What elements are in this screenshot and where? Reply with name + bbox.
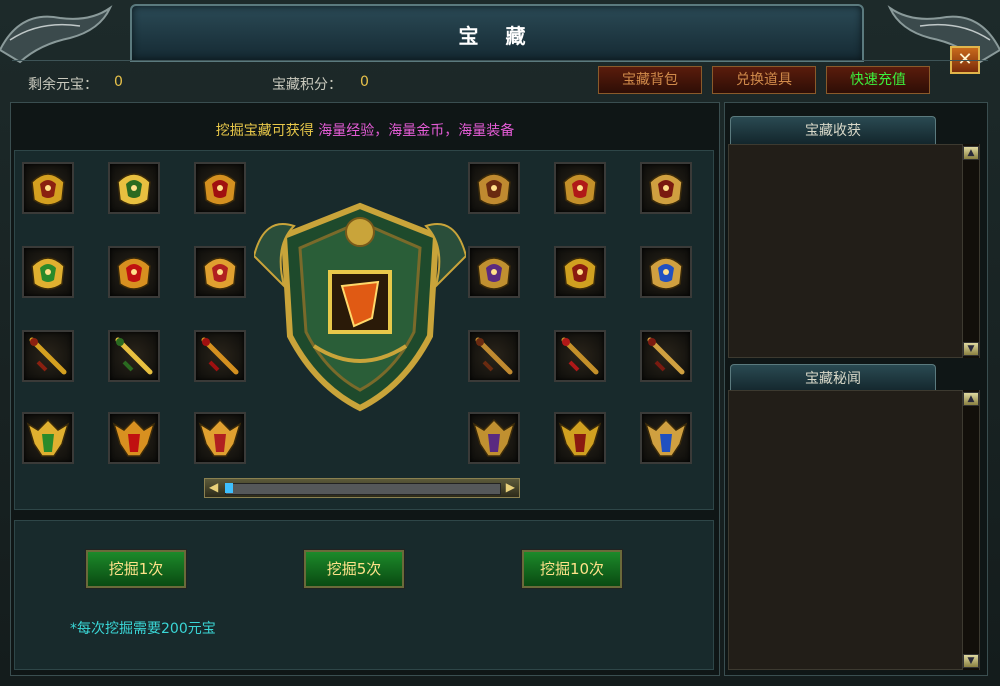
phoenix-necklace-icon[interactable] — [468, 246, 520, 298]
dig-10-button[interactable]: 挖掘10次 — [522, 550, 622, 588]
headline-rewards: 海量经验，海量金币，海量装备 — [318, 123, 515, 139]
harvest-scroll-down-icon[interactable]: ▼ — [963, 342, 979, 356]
tab-treasure-harvest[interactable]: 宝藏收获 — [730, 116, 936, 144]
dig-5-button[interactable]: 挖掘5次 — [304, 550, 404, 588]
secrets-scroll-up-icon[interactable]: ▲ — [963, 392, 979, 406]
armor-gold-icon[interactable] — [194, 162, 246, 214]
dragon-armor-icon[interactable] — [194, 412, 246, 464]
tab-treasure-secrets[interactable]: 宝藏秘闻 — [730, 364, 936, 392]
reward-horizontal-scrollbar[interactable]: ◀ ▶ — [204, 478, 520, 498]
dragon-mask-icon[interactable] — [640, 162, 692, 214]
scroll-track[interactable] — [225, 483, 501, 495]
remaining-ingot-label: 剩余元宝： — [28, 77, 98, 93]
secrets-scrollbar[interactable]: ▲ ▼ — [962, 390, 979, 670]
reward-headline: 挖掘宝藏可获得 海量经验，海量金币，海量装备 — [10, 120, 720, 140]
helmet-gold-icon[interactable] — [22, 162, 74, 214]
winged-robe-icon[interactable] — [22, 412, 74, 464]
treasure-points-value: 0 — [360, 74, 369, 90]
scroll-thumb[interactable] — [225, 483, 233, 493]
dig-1-button[interactable]: 挖掘1次 — [86, 550, 186, 588]
blue-armor-icon[interactable] — [640, 246, 692, 298]
gold-spear-icon[interactable] — [194, 330, 246, 382]
blue-winged-armor-icon[interactable] — [468, 412, 520, 464]
remaining-ingot-value: 0 — [114, 74, 123, 90]
jade-sword-icon[interactable] — [22, 330, 74, 382]
exchange-items-button[interactable]: 兑换道具 — [712, 66, 816, 94]
winged-robe-2-icon[interactable] — [108, 412, 160, 464]
treasure-bag-button[interactable]: 宝藏背包 — [598, 66, 702, 94]
cost-note: *每次挖掘需要200元宝 — [70, 621, 216, 637]
serpent-bracer-icon[interactable] — [554, 246, 606, 298]
gold-mace-icon[interactable] — [554, 330, 606, 382]
green-helmet-icon[interactable] — [22, 246, 74, 298]
headline-prefix: 挖掘宝藏可获得 — [215, 123, 314, 139]
harvest-scroll-up-icon[interactable]: ▲ — [963, 146, 979, 160]
harvest-scrollbar[interactable]: ▲ ▼ — [962, 144, 979, 358]
window-title: 宝 藏 — [458, 24, 536, 48]
dragon-helmet-icon[interactable] — [468, 162, 520, 214]
treasure-harvest-list — [728, 144, 980, 358]
blue-sword-icon[interactable] — [640, 330, 692, 382]
red-armor-icon[interactable] — [554, 162, 606, 214]
quick-recharge-button[interactable]: 快速充值 — [826, 66, 930, 94]
treasure-secrets-list — [728, 390, 980, 670]
red-crown-icon[interactable] — [108, 246, 160, 298]
scroll-right-arrow-icon[interactable]: ▶ — [506, 480, 515, 494]
phoenix-armor-icon[interactable] — [194, 246, 246, 298]
scroll-left-arrow-icon[interactable]: ◀ — [209, 480, 218, 494]
title-bar[interactable]: 宝 藏 — [130, 4, 864, 62]
treasure-shield-emblem-icon — [254, 202, 466, 412]
blue-winged-armor-3-icon[interactable] — [640, 412, 692, 464]
blue-winged-armor-2-icon[interactable] — [554, 412, 606, 464]
dig-actions-area — [14, 520, 714, 670]
flame-sword-icon[interactable] — [468, 330, 520, 382]
treasure-points-label: 宝藏积分： — [272, 77, 342, 93]
ruby-staff-icon[interactable] — [108, 330, 160, 382]
necklace-gold-icon[interactable] — [108, 162, 160, 214]
secrets-scroll-down-icon[interactable]: ▼ — [963, 654, 979, 668]
